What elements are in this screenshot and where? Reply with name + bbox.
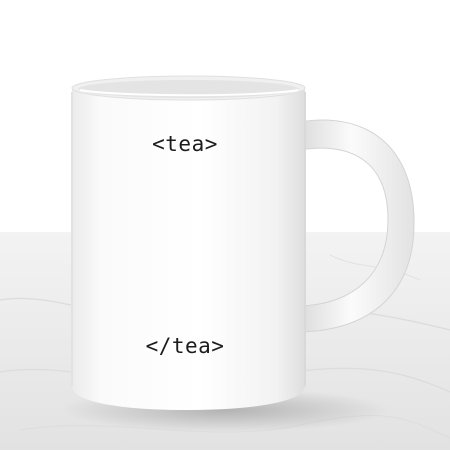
mug-print-open-tag: <tea> xyxy=(152,132,218,156)
mug-illustration xyxy=(0,0,450,450)
mug-print-close-tag: </tea> xyxy=(145,334,225,358)
product-photo: <tea> </tea> xyxy=(0,0,450,450)
